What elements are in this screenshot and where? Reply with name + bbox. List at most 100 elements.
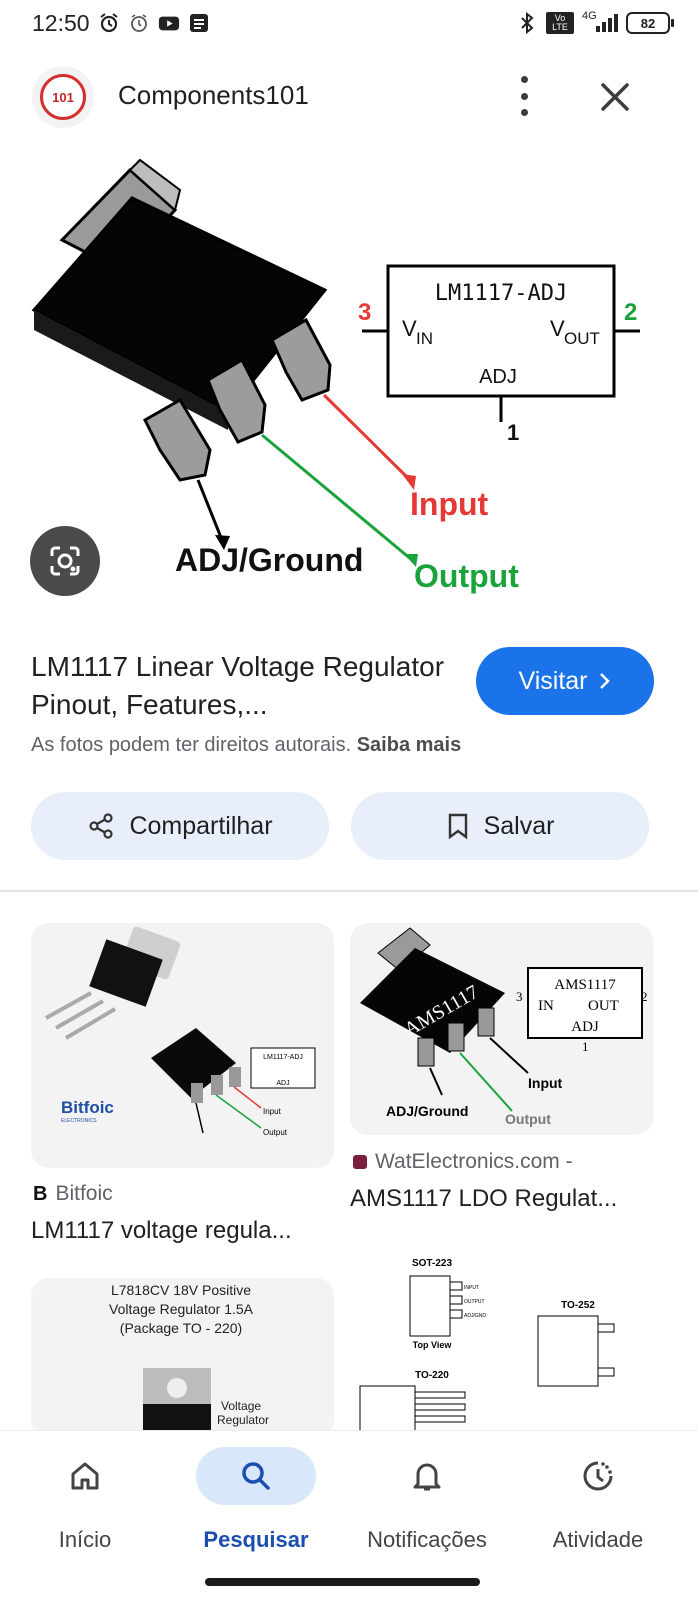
alarm-clock-icon <box>128 12 150 34</box>
related-source-1[interactable]: B Bitfoic <box>33 1182 113 1206</box>
home-indicator[interactable] <box>205 1578 480 1586</box>
chip-label: LM1117-ADJ <box>435 281 567 306</box>
thumb4-output: OUTPUT <box>464 1299 485 1305</box>
dot <box>520 76 528 83</box>
ground-label: ADJ/Ground <box>175 542 363 578</box>
thumb3-caption2: Regulator <box>217 1413 269 1427</box>
thumb1-chip: LM1117-ADJ <box>263 1054 303 1061</box>
bluetooth-icon <box>516 12 538 34</box>
visit-button[interactable]: Visitar <box>476 647 654 715</box>
thumb1-brand: Bitfoic <box>61 1098 114 1117</box>
adj-label: ADJ <box>479 366 517 388</box>
thumb2-pin2: 2 <box>641 989 648 1004</box>
related-thumb-3[interactable]: L7818CV 18V Positive Voltage Regulator 1… <box>31 1278 334 1438</box>
main-image[interactable]: LM1117-ADJ V IN V OUT ADJ 3 2 1 Input Ou… <box>0 150 698 620</box>
status-time: 12:50 <box>32 10 90 36</box>
site-avatar[interactable]: 101 <box>32 66 94 128</box>
thumb4-to252: TO-252 <box>561 1300 595 1311</box>
nav-activity[interactable]: Atividade <box>523 1447 673 1553</box>
nav-activity-icon-wrap <box>538 1447 658 1505</box>
nav-notifications[interactable]: Notificações <box>352 1447 502 1553</box>
search-icon <box>242 1462 270 1490</box>
thumb3-caption1: Voltage <box>221 1399 261 1413</box>
thumb3-line1: L7818CV 18V Positive <box>111 1282 251 1298</box>
share-button[interactable]: Compartilhar <box>31 792 329 860</box>
visit-label: Visitar <box>518 666 588 695</box>
thumb3-line3: (Package TO - 220) <box>120 1320 242 1336</box>
thumb4-adj: ADJ/GND <box>464 1313 486 1319</box>
save-label: Salvar <box>483 811 555 840</box>
google-lens-button[interactable] <box>30 526 100 596</box>
chevron-right-icon <box>599 673 610 689</box>
close-button[interactable] <box>596 78 634 116</box>
thumb2-output: Output <box>505 1111 551 1127</box>
nav-search-icon-wrap <box>196 1447 316 1505</box>
thumb2-out: OUT <box>588 998 619 1014</box>
status-icons-left <box>98 12 210 34</box>
watelectronics-favicon <box>353 1155 367 1169</box>
thumb1-adj: ADJ <box>276 1080 289 1087</box>
dot <box>520 109 528 116</box>
site-logo: 101 <box>40 74 86 120</box>
signal-icon: 4G <box>582 10 618 34</box>
battery-level: 82 <box>640 15 656 31</box>
source-name: WatElectronics.com - <box>375 1150 573 1173</box>
nav-home-label: Início <box>58 1527 112 1552</box>
related-thumb-4[interactable]: SOT-223 INPUT OUTPUT ADJ/GND Top View TO… <box>350 1246 653 1438</box>
related-thumb-1[interactable]: LM1117-ADJ ADJ Input Output Bitfoic ELEC… <box>31 923 334 1168</box>
thumb2-input: Input <box>528 1075 563 1091</box>
thumb4-to220: TO-220 <box>415 1370 449 1381</box>
related-title-1[interactable]: LM1117 voltage regula... <box>31 1217 331 1245</box>
thumb2-pin3: 3 <box>516 989 523 1004</box>
ams1117-thumbnail: AMS1117 AMS1117 IN OUT ADJ 3 2 1 Input O… <box>350 923 653 1135</box>
related-title-2[interactable]: AMS1117 LDO Regulat... <box>350 1185 650 1213</box>
bottom-navigation: Início Pesquisar Notificações Atividade <box>0 1430 698 1601</box>
related-source-2[interactable]: WatElectronics.com - <box>353 1150 573 1174</box>
pin3-label: 3 <box>358 299 371 326</box>
volte-icon: Vo LTE <box>546 12 574 34</box>
lm1117-diagram: LM1117-ADJ V IN V OUT ADJ 3 2 1 Input Ou… <box>31 158 640 594</box>
divider <box>0 890 698 892</box>
package-pinout-thumbnail: SOT-223 INPUT OUTPUT ADJ/GND Top View TO… <box>350 1246 653 1438</box>
copyright-notice: As fotos podem ter direitos autorais. Sa… <box>31 734 461 757</box>
l7818cv-thumbnail: L7818CV 18V Positive Voltage Regulator 1… <box>31 1278 334 1438</box>
related-thumb-2[interactable]: AMS1117 AMS1117 IN OUT ADJ 3 2 1 Input O… <box>350 923 653 1135</box>
thumb2-pin1: 1 <box>582 1039 589 1054</box>
source-name: Bitfoic <box>55 1182 113 1205</box>
nav-notifications-icon-wrap <box>367 1447 487 1505</box>
input-label: Input <box>410 486 489 522</box>
pin1-label: 1 <box>507 420 519 445</box>
vin-label: V <box>402 316 417 341</box>
result-title[interactable]: LM1117 Linear Voltage Regulator Pinout, … <box>31 648 451 724</box>
more-options-button[interactable] <box>512 76 536 116</box>
thumb4-topview: Top View <box>413 1340 453 1350</box>
bitfoic-favicon: B <box>33 1182 48 1205</box>
battery-icon: 82 <box>626 12 674 34</box>
learn-more-link[interactable]: Saiba mais <box>357 734 462 756</box>
vout-label: V <box>550 316 565 341</box>
thumb4-input: INPUT <box>464 1285 479 1291</box>
thumb2-ground: ADJ/Ground <box>386 1103 468 1119</box>
status-icons-right: Vo LTE 4G 82 <box>516 10 674 34</box>
save-button[interactable]: Salvar <box>351 792 649 860</box>
copyright-text: As fotos podem ter direitos autorais. <box>31 734 352 756</box>
lens-icon <box>50 546 80 576</box>
nav-notifications-label: Notificações <box>367 1527 487 1552</box>
dot <box>520 92 528 100</box>
bell-icon <box>413 1463 441 1491</box>
nav-search[interactable]: Pesquisar <box>181 1447 331 1553</box>
share-label: Compartilhar <box>129 811 273 840</box>
nav-search-label: Pesquisar <box>203 1527 309 1552</box>
thumb1-brand-sub: ELECTRONICS <box>61 1118 97 1124</box>
pin2-label: 2 <box>624 299 637 326</box>
site-name[interactable]: Components101 <box>118 80 309 111</box>
thumb2-adj: ADJ <box>571 1019 599 1035</box>
thumb4-sot: SOT-223 <box>412 1258 452 1269</box>
thumb1-output: Output <box>263 1128 288 1137</box>
thumb1-input: Input <box>263 1107 282 1116</box>
share-icon <box>89 813 114 839</box>
activity-icon <box>583 1461 613 1491</box>
nav-home-icon-wrap <box>25 1447 145 1505</box>
nav-home[interactable]: Início <box>10 1447 160 1553</box>
bitfoic-thumbnail: LM1117-ADJ ADJ Input Output Bitfoic ELEC… <box>31 923 334 1168</box>
